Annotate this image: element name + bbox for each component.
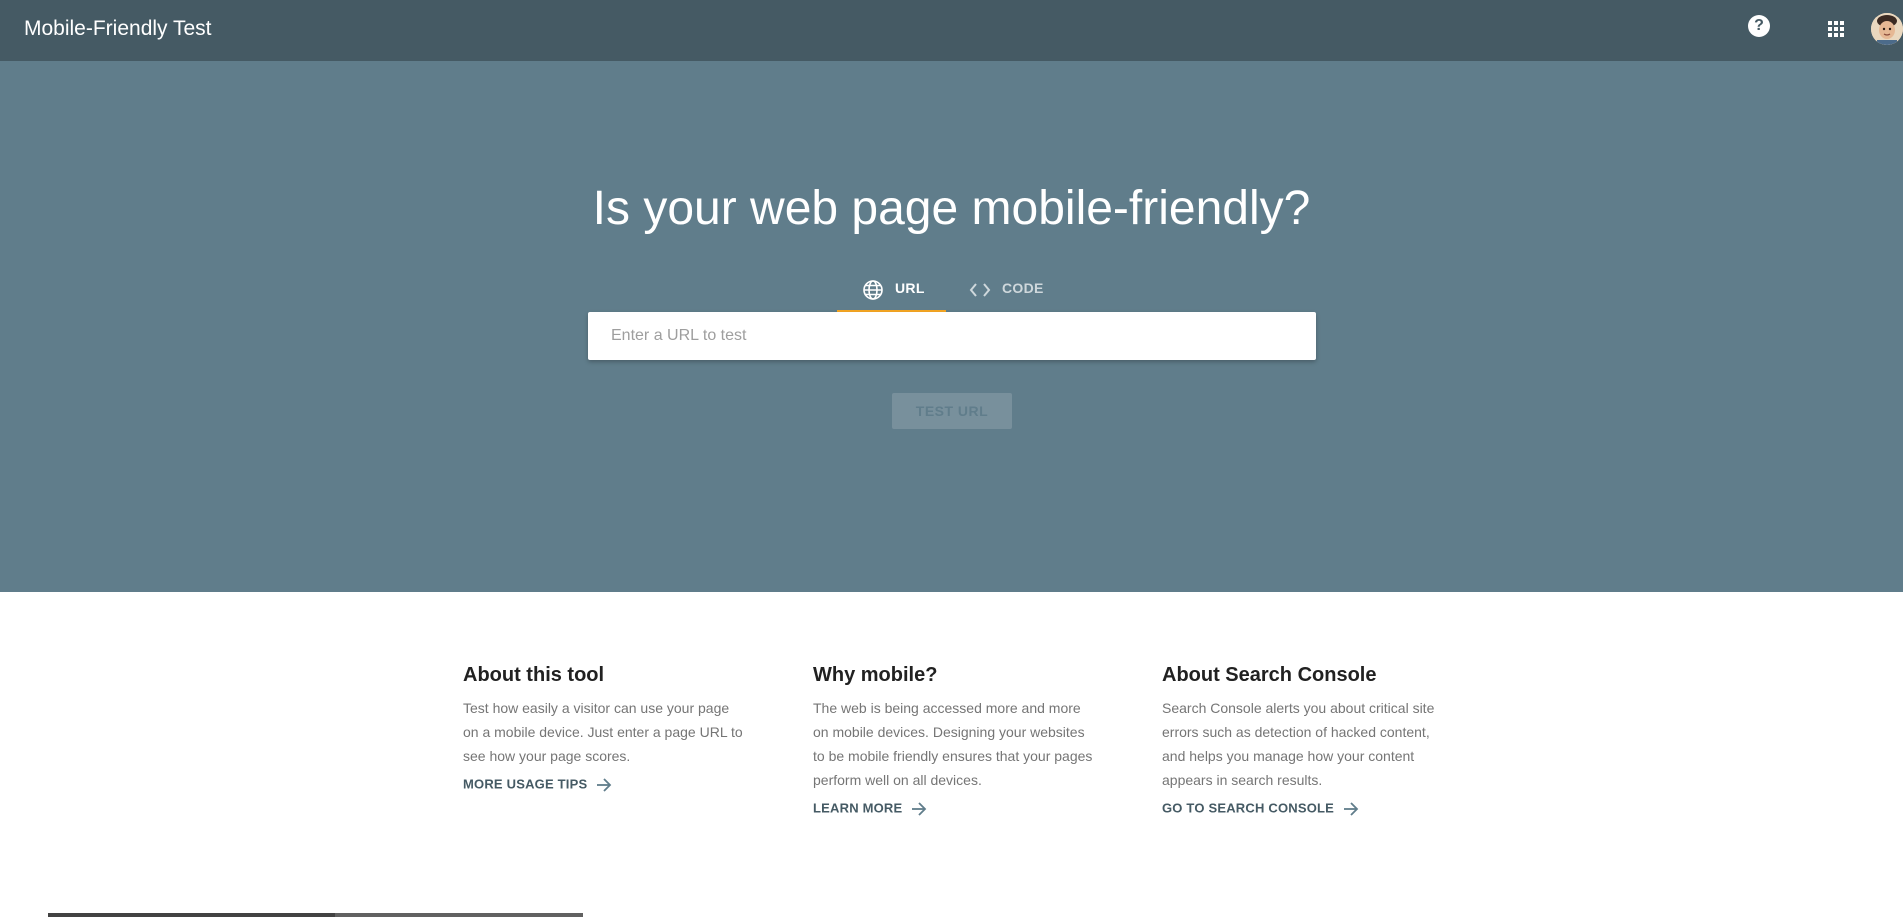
info-why-mobile: Why mobile? The web is being accessed mo… [813,664,1098,818]
help-icon[interactable]: ? [1748,15,1770,37]
arrow-right-icon [597,778,612,792]
info-text: The web is being accessed more and more … [813,700,1093,788]
hero-section: Is your web page mobile-friendly? URL CO… [0,61,1903,592]
link-label: GO TO SEARCH CONSOLE [1162,800,1335,816]
globe-icon [863,280,883,300]
learn-more-link[interactable]: LEARN MORE [813,800,928,818]
apps-grid-icon[interactable] [1827,20,1845,38]
link-label: LEARN MORE [813,800,903,816]
arrow-right-icon [1344,802,1359,816]
info-title: About this tool [463,664,605,686]
avatar-face-icon [1871,13,1903,45]
info-about-tool: About this tool Test how easily a visito… [463,664,748,794]
tab-url[interactable]: URL [837,262,946,314]
link-label: MORE USAGE TIPS [463,776,588,792]
app-header: Mobile-Friendly Test ? [0,0,1903,61]
test-url-button[interactable]: TEST URL [892,393,1012,429]
info-text: Search Console alerts you about critical… [1162,700,1435,788]
url-input[interactable] [588,312,1316,360]
tab-code-label: CODE [1002,280,1044,296]
page-headline: Is your web page mobile-friendly? [592,182,1311,235]
more-usage-tips-link[interactable]: MORE USAGE TIPS [463,776,613,794]
info-title: Why mobile? [813,664,938,686]
info-about-search-console: About Search Console Search Console aler… [1162,664,1447,818]
arrow-right-icon [912,802,927,816]
info-text: Test how easily a visitor can use your p… [463,700,743,764]
bottom-bar-segment [335,913,583,917]
app-title: Mobile-Friendly Test [24,17,212,40]
bottom-bar-segment [48,913,335,917]
bottom-bar-segment [0,913,48,917]
user-avatar[interactable] [1871,13,1903,45]
info-title: About Search Console [1162,664,1377,686]
code-brackets-icon [969,283,991,297]
go-to-search-console-link[interactable]: GO TO SEARCH CONSOLE [1162,800,1360,818]
tab-url-label: URL [895,280,925,296]
tab-code[interactable]: CODE [966,262,1066,314]
bottom-edge-bar [0,913,1903,917]
